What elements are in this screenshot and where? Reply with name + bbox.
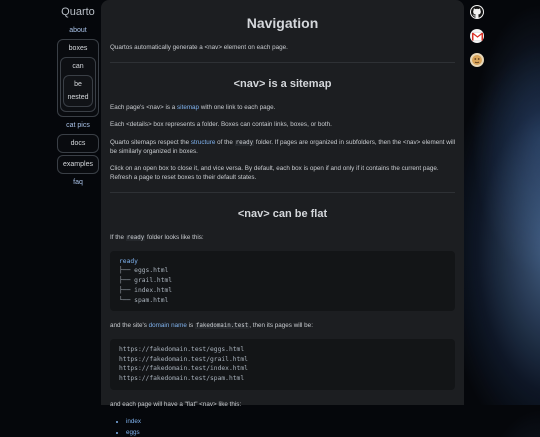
paragraph: Each <details> box represents a folder. … xyxy=(110,121,332,129)
paragraph: and each page will have a "flat" <nav> l… xyxy=(110,400,242,408)
nav-link-nested-current[interactable]: nested xyxy=(64,91,92,104)
urls-code-block: https://fakedomain.test/eggs.html https:… xyxy=(110,338,455,390)
github-icon[interactable] xyxy=(470,5,484,19)
url-line: https://fakedomain.test/eggs.html xyxy=(119,345,245,353)
inline-code: ready xyxy=(125,235,146,242)
flat-nav-example-list: index eggs xyxy=(110,417,455,437)
nav-box-label[interactable]: boxes xyxy=(58,42,98,55)
nav-box-label[interactable]: can xyxy=(61,60,95,73)
tree-root: ready xyxy=(119,257,138,265)
list-item[interactable]: index xyxy=(126,417,455,426)
text: If the xyxy=(110,234,126,242)
site-brand[interactable]: Quarto xyxy=(50,6,106,18)
gmail-icon[interactable] xyxy=(470,29,484,43)
nav-link-cat-pics[interactable]: cat pics xyxy=(50,119,106,132)
nav-box-label[interactable]: examples xyxy=(58,158,98,171)
inline-code: fakedomain.test xyxy=(194,323,250,330)
url-line: https://fakedomain.test/index.html xyxy=(119,365,248,373)
nav-box-boxes[interactable]: boxes can be nested xyxy=(57,39,99,117)
sitemap-link[interactable]: sitemap xyxy=(177,104,199,111)
nav-box-docs[interactable]: docs xyxy=(57,134,99,153)
sidebar-nav: Quarto about boxes can be nested cat pic… xyxy=(50,4,106,189)
url-line: https://fakedomain.test/spam.html xyxy=(119,375,245,383)
avatar-icon[interactable] xyxy=(470,53,484,67)
domain-name-link[interactable]: domain name xyxy=(149,322,187,329)
paragraph: Quarto sitemaps respect the structure of… xyxy=(110,138,455,157)
inline-code: ready xyxy=(234,139,255,146)
paragraph: Click on an open box to close it, and vi… xyxy=(110,165,439,182)
text: , then its pages will be: xyxy=(249,322,313,330)
text: Each page's <nav> is a xyxy=(110,104,178,112)
nav-box-be[interactable]: be nested xyxy=(63,75,93,107)
tree-line: ├── index.html xyxy=(119,286,173,294)
nav-box-label[interactable]: be xyxy=(64,78,92,91)
text: folder looks like this: xyxy=(145,234,204,242)
text: is xyxy=(186,322,195,330)
article-panel: Navigation Quartos automatically generat… xyxy=(101,0,464,436)
paragraph: and the site's domain name is fakedomain… xyxy=(110,321,455,330)
paragraph: If the ready folder looks like this: xyxy=(110,233,455,242)
nav-box-examples[interactable]: examples xyxy=(57,155,99,174)
folder-tree-code-block: ready ├── eggs.html ├── grail.html ├── i… xyxy=(110,250,455,312)
structure-link[interactable]: structure xyxy=(191,139,216,146)
text: Quarto sitemaps respect the xyxy=(110,138,191,146)
section-heading-flat: <nav> can be flat xyxy=(237,208,328,221)
url-line: https://fakedomain.test/grail.html xyxy=(119,355,248,363)
list-link[interactable]: eggs xyxy=(126,429,140,436)
paragraph: Each page's <nav> is a sitemap with one … xyxy=(110,103,455,112)
article-content: Navigation Quartos automatically generat… xyxy=(101,0,464,437)
divider xyxy=(110,192,455,194)
list-link[interactable]: index xyxy=(126,418,141,425)
nav-link-faq[interactable]: faq xyxy=(50,176,106,189)
nav-box-can[interactable]: can be nested xyxy=(60,57,96,112)
divider xyxy=(110,62,455,64)
tree-line: ├── grail.html xyxy=(119,277,173,285)
text: and the site's xyxy=(110,322,149,330)
section-heading-sitemap: <nav> is a sitemap xyxy=(233,78,332,91)
text: of the xyxy=(215,138,235,146)
nav-box-label[interactable]: docs xyxy=(58,137,98,150)
tree-line: ├── eggs.html xyxy=(119,267,169,275)
intro-paragraph: Quartos automatically generate a <nav> e… xyxy=(110,44,288,52)
list-item[interactable]: eggs xyxy=(126,428,455,437)
social-icons xyxy=(470,5,484,77)
tree-line: └── spam.html xyxy=(119,296,169,304)
page-title: Navigation xyxy=(246,15,319,31)
text: with one link to each page. xyxy=(199,104,276,112)
nav-link-about[interactable]: about xyxy=(50,24,106,37)
